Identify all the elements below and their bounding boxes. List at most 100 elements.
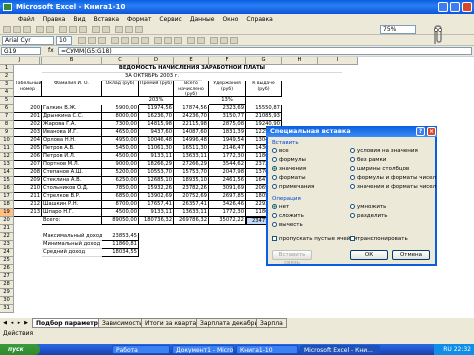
data-cell[interactable]: 16236,70 — [139, 113, 174, 121]
row-header[interactable]: 10 — [0, 137, 14, 145]
data-cell[interactable]: 2461,56 — [209, 177, 246, 185]
tab-zarplata[interactable]: Зарпла — [256, 318, 287, 328]
stat-label[interactable]: Максимальный доход — [42, 233, 102, 241]
data-cell[interactable]: 1949,54 — [209, 137, 246, 145]
data-cell[interactable]: 209 — [14, 177, 42, 185]
total-label[interactable]: Всего: — [42, 217, 102, 225]
employee-name-cell[interactable]: Степанов А.Ш. — [42, 169, 102, 177]
op-add-radio[interactable]: сложить — [272, 213, 304, 220]
sort-asc-icon[interactable] — [125, 26, 133, 33]
tab-zarplata-dec[interactable]: Зарплата декабрь — [196, 318, 263, 328]
maximize-button[interactable] — [450, 2, 460, 12]
task-book[interactable]: Книга1-10 — [236, 345, 298, 354]
row-header[interactable]: 21 — [0, 225, 14, 233]
menu-help[interactable]: Справка — [242, 16, 276, 23]
paste-icon[interactable] — [79, 26, 87, 33]
data-cell[interactable]: 7850,00 — [102, 185, 139, 193]
data-cell[interactable]: 204 — [14, 137, 42, 145]
prev-sheet-icon[interactable]: ◂ — [9, 319, 15, 327]
redo-icon[interactable] — [102, 26, 110, 33]
data-cell[interactable]: 22115,98 — [174, 121, 209, 129]
empty-cell[interactable] — [282, 305, 318, 313]
data-cell[interactable]: 14815,98 — [139, 121, 174, 129]
row-header[interactable]: 17 — [0, 193, 14, 201]
align-left-icon[interactable] — [111, 37, 119, 44]
data-cell[interactable]: 4950,00 — [102, 137, 139, 145]
data-cell[interactable]: 13633,11 — [174, 153, 209, 161]
sheet-period[interactable]: ЗА ОКТЯБРЬ 2003 г. — [102, 73, 202, 81]
font-size-select[interactable]: 10 — [56, 36, 72, 45]
underline-icon[interactable] — [98, 37, 106, 44]
column-header[interactable]: F — [209, 57, 246, 65]
employee-name-cell[interactable]: Орлова Н.Н. — [42, 137, 102, 145]
thousands-icon[interactable] — [174, 37, 182, 44]
data-cell[interactable]: 12685,10 — [139, 177, 174, 185]
column-header[interactable]: H — [282, 57, 318, 65]
italic-icon[interactable] — [88, 37, 96, 44]
save-icon[interactable] — [23, 26, 31, 33]
data-cell[interactable]: 9133,11 — [139, 209, 174, 217]
row-header[interactable]: 13 — [0, 161, 14, 169]
data-cell[interactable]: 11061,30 — [139, 145, 174, 153]
first-sheet-icon[interactable]: ◀ — [2, 319, 8, 327]
borders-icon[interactable] — [210, 37, 218, 44]
empty-cell[interactable] — [246, 305, 282, 313]
row-header[interactable]: 11 — [0, 145, 14, 153]
empty-cell[interactable] — [246, 281, 282, 289]
empty-cell[interactable] — [246, 73, 282, 81]
employee-name-cell[interactable]: Иванова И.Г. — [42, 129, 102, 137]
fill-color-icon[interactable] — [220, 37, 228, 44]
data-cell[interactable]: 5450,00 — [102, 145, 139, 153]
empty-cell[interactable] — [282, 81, 318, 89]
fx-label[interactable]: fx — [48, 46, 54, 55]
data-cell[interactable]: 211 — [14, 193, 42, 201]
row-header[interactable]: 1 — [0, 65, 14, 73]
row-header[interactable]: 6 — [0, 105, 14, 113]
data-cell[interactable]: 9000,00 — [102, 161, 139, 169]
row-header[interactable]: 25 — [0, 257, 14, 265]
percent-icon[interactable] — [164, 37, 172, 44]
op-none-radio[interactable]: нет — [272, 204, 289, 211]
formula-input[interactable]: =СУММ(G5:G18) — [58, 47, 472, 55]
menu-window[interactable]: Окно — [218, 16, 242, 23]
insert-link-button[interactable]: Вставить связь — [272, 250, 312, 266]
column-header[interactable]: I — [318, 57, 358, 65]
cut-icon[interactable] — [59, 26, 67, 33]
new-icon[interactable] — [3, 26, 11, 33]
row-header[interactable]: 4 — [0, 89, 14, 97]
column-title[interactable]: Премия (руб) — [139, 81, 174, 97]
data-cell[interactable]: 11974,56 — [139, 105, 174, 113]
employee-name-cell[interactable]: Петров А.В. — [42, 145, 102, 153]
open-icon[interactable] — [13, 26, 21, 33]
data-cell[interactable]: 200 — [14, 105, 42, 113]
data-cell[interactable]: 4650,00 — [102, 129, 139, 137]
ok-button[interactable]: ОК — [350, 250, 388, 260]
data-cell[interactable]: 2875,08 — [209, 121, 246, 129]
print-icon[interactable] — [36, 26, 44, 33]
empty-cell[interactable] — [246, 289, 282, 297]
empty-cell[interactable] — [318, 273, 358, 281]
data-cell[interactable]: 202 — [14, 121, 42, 129]
column-title[interactable]: Табельный номер — [14, 81, 42, 97]
menu-view[interactable]: Вид — [69, 16, 89, 23]
op-multiply-radio[interactable]: умножить — [350, 204, 386, 211]
help-icon[interactable]: ? — [416, 127, 425, 136]
column-header[interactable]: J — [0, 57, 40, 65]
data-cell[interactable]: 213 — [14, 209, 42, 217]
row-header[interactable]: 16 — [0, 185, 14, 193]
empty-cell[interactable] — [318, 113, 358, 121]
preview-icon[interactable] — [46, 26, 54, 33]
deduction-percent[interactable]: 13% — [209, 97, 246, 105]
copy-icon[interactable] — [69, 26, 77, 33]
data-cell[interactable]: 1831,39 — [209, 129, 246, 137]
font-name-select[interactable]: Arial Cyr — [2, 36, 54, 45]
data-cell[interactable]: 14087,60 — [174, 129, 209, 137]
task-rabota[interactable]: Работа — [112, 345, 170, 354]
column-title[interactable]: Фамилия И. О. — [42, 81, 102, 97]
empty-cell[interactable] — [282, 281, 318, 289]
row-header[interactable]: 26 — [0, 265, 14, 273]
data-cell[interactable]: 3150,77 — [209, 113, 246, 121]
data-cell[interactable]: 6850,00 — [102, 193, 139, 201]
zoom-select[interactable]: 75% — [380, 25, 416, 34]
empty-cell[interactable] — [246, 297, 282, 305]
